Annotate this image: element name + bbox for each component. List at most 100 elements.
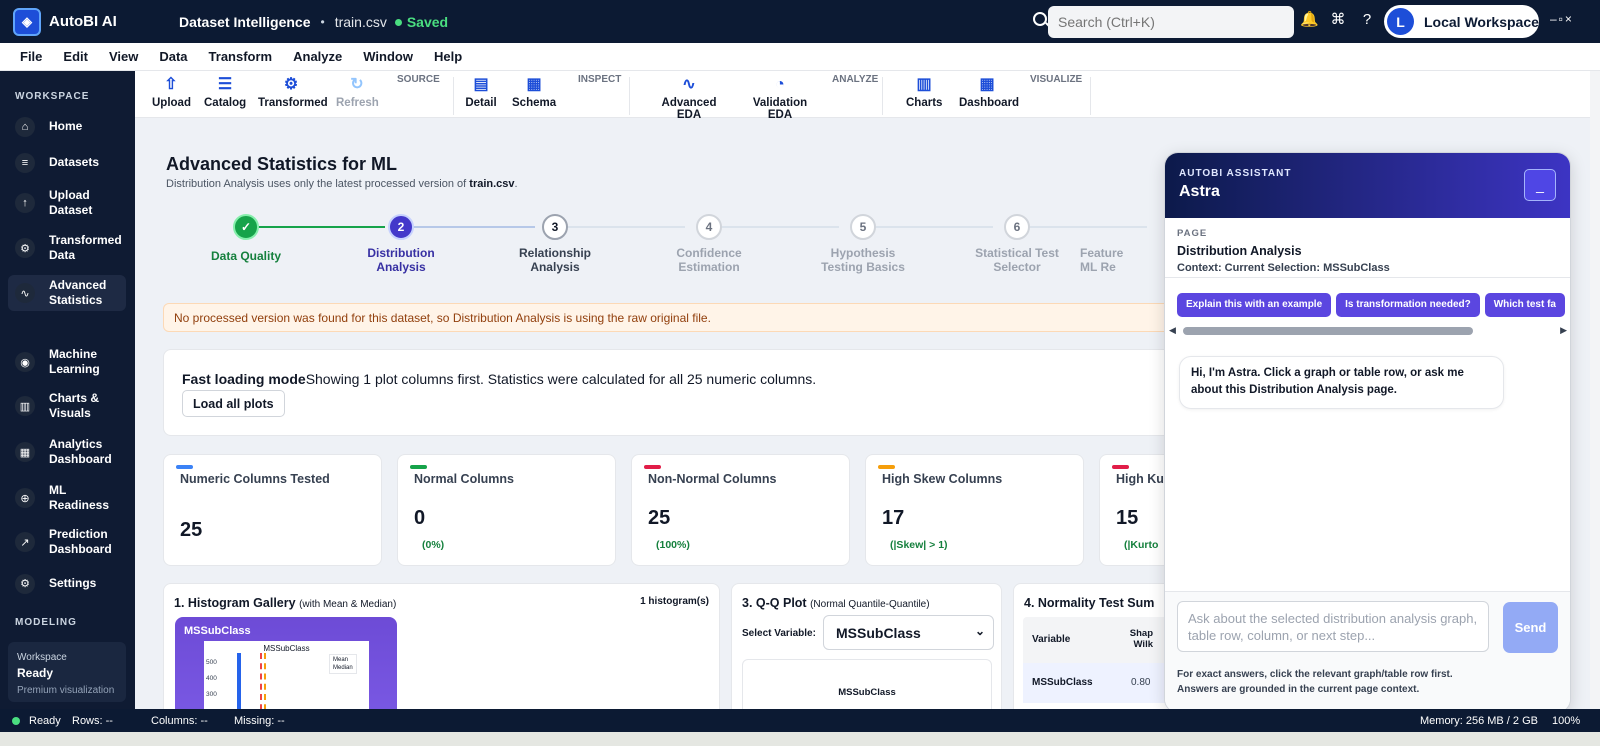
chips-scrollbar[interactable]: ◀ ▶ xyxy=(1169,325,1567,335)
check-icon: ✓ xyxy=(233,214,259,240)
catalog-button[interactable]: ☰ Catalog xyxy=(204,76,246,109)
bell-icon[interactable]: 🔔 xyxy=(1300,11,1319,29)
card-accent xyxy=(1112,465,1129,469)
app-window: ◈ AutoBI AI Dataset Intelligence • train… xyxy=(0,0,1600,746)
sidebar-item-home[interactable]: ⌂ Home xyxy=(8,114,126,139)
database-icon: ≡ xyxy=(15,152,35,173)
saved-dot-icon xyxy=(394,19,402,27)
refresh-icon: ↻ xyxy=(350,76,364,93)
sidebar-item-charts-visuals[interactable]: ▥ Charts & Visuals xyxy=(8,390,126,422)
validation-eda-button[interactable]: ◔ Validation EDA xyxy=(740,76,820,121)
suggestion-chip[interactable]: Is transformation needed? xyxy=(1336,293,1480,317)
legend-mean: Mean xyxy=(333,657,349,663)
step-relationship-analysis[interactable]: 3 Relationship Analysis xyxy=(495,214,615,274)
sidebar-item-label: ML Readiness xyxy=(49,483,110,512)
upload-icon: ⇧ xyxy=(164,76,178,93)
assistant-page-context: PAGE Distribution Analysis Context: Curr… xyxy=(1177,228,1390,274)
minimize-button[interactable]: _ xyxy=(1524,169,1556,201)
step-data-quality[interactable]: ✓ Data Quality xyxy=(186,214,306,263)
menu-file[interactable]: File xyxy=(20,49,42,64)
page-name: Distribution Analysis xyxy=(1177,244,1302,258)
sidebar-item-label: Upload Dataset xyxy=(49,188,93,217)
sidebar-item-label: Machine Learning xyxy=(49,347,100,376)
suggestion-chip[interactable]: Explain this with an example xyxy=(1177,293,1332,317)
ribbon-divider xyxy=(629,77,630,115)
settings-icon: ⚙ xyxy=(15,573,35,594)
menu-view[interactable]: View xyxy=(109,49,138,64)
workspace-switcher[interactable]: L Local Workspace xyxy=(1384,5,1539,38)
dashboard-button[interactable]: ▦ Dashboard xyxy=(959,76,1019,109)
menu-transform[interactable]: Transform xyxy=(209,49,273,64)
ribbon-divider xyxy=(1090,77,1091,115)
sidebar-item-prediction-dashboard[interactable]: ↗ Prediction Dashboard xyxy=(8,526,126,558)
menu-window[interactable]: Window xyxy=(363,49,413,64)
page-title: Advanced Statistics for ML xyxy=(166,154,398,174)
ribbon-divider xyxy=(882,77,883,115)
qq-plot-area: MSSubClass xyxy=(742,659,992,709)
row-shapiro-value: 0.80 xyxy=(1131,677,1151,688)
schema-button[interactable]: ▦ Schema xyxy=(512,76,556,109)
sidebar-item-ml-readiness[interactable]: ⊕ ML Readiness xyxy=(8,482,126,514)
search-icon[interactable] xyxy=(1033,12,1047,26)
group-label-visualize: VISUALIZE xyxy=(1030,74,1083,85)
help-icon[interactable]: ? xyxy=(1358,11,1376,29)
transform-icon: ⚙ xyxy=(283,76,299,93)
suggestion-chip[interactable]: Which test fa xyxy=(1484,293,1565,317)
transformed-button[interactable]: ⚙ Transformed xyxy=(258,76,328,109)
step-label: Feature ML Re xyxy=(1080,246,1124,274)
sidebar-item-settings[interactable]: ⚙ Settings xyxy=(8,571,126,596)
advanced-eda-button[interactable]: ∿ Advanced EDA xyxy=(650,76,728,121)
card-accent xyxy=(410,465,427,469)
stat-card-numeric-tested: Numeric Columns Tested 25 xyxy=(163,454,382,566)
card-percent: (100%) xyxy=(656,539,690,551)
sidebar-heading-workspace: WORKSPACE xyxy=(15,91,90,102)
variable-select[interactable]: MSSubClass ⌄ xyxy=(823,615,994,650)
scroll-left-icon[interactable]: ◀ xyxy=(1169,325,1176,336)
search-input[interactable] xyxy=(1048,6,1294,38)
shortcuts-icon[interactable]: ⌘ xyxy=(1329,11,1347,29)
step-distribution-analysis[interactable]: 2 Distribution Analysis xyxy=(341,214,461,274)
step-hypothesis-testing[interactable]: 5 Hypothesis Testing Basics xyxy=(803,214,923,274)
step-feature-ml[interactable]: Feature ML Re xyxy=(1080,214,1150,274)
upload-icon: ↑ xyxy=(15,193,35,213)
sidebar-item-analytics-dashboard[interactable]: ▦ Analytics Dashboard xyxy=(8,436,126,468)
card-value: 0 xyxy=(414,507,426,529)
sidebar-item-upload-dataset[interactable]: ↑ Upload Dataset xyxy=(8,187,126,219)
sidebar-item-datasets[interactable]: ≡ Datasets xyxy=(8,150,126,175)
send-button[interactable]: Send xyxy=(1503,602,1558,653)
sidebar-item-label: Analytics Dashboard xyxy=(49,437,112,466)
step-statistical-test-selector[interactable]: 6 Statistical Test Selector xyxy=(957,214,1077,274)
step-number: 6 xyxy=(1004,214,1030,240)
menu-help[interactable]: Help xyxy=(434,49,462,64)
upload-button[interactable]: ⇧ Upload xyxy=(152,76,191,109)
sidebar-item-advanced-statistics[interactable]: ∿ Advanced Statistics xyxy=(8,275,126,311)
chat-input[interactable]: Ask about the selected distribution anal… xyxy=(1177,601,1489,652)
scrollbar-thumb[interactable] xyxy=(1183,327,1473,335)
menu-edit[interactable]: Edit xyxy=(63,49,88,64)
scroll-right-icon[interactable]: ▶ xyxy=(1560,325,1567,336)
page-subtitle: Distribution Analysis uses only the late… xyxy=(166,178,518,190)
breadcrumb-separator: • xyxy=(320,14,325,29)
stat-card-non-normal: Non-Normal Columns 25 (100%) xyxy=(631,454,850,566)
charts-button[interactable]: ▥ Charts xyxy=(906,76,942,109)
card-value: 25 xyxy=(648,507,671,529)
saved-label: Saved xyxy=(406,13,449,30)
detail-label: Detail xyxy=(465,97,497,109)
dashboard-icon: ▦ xyxy=(15,442,35,462)
sidebar-item-machine-learning[interactable]: ◉ Machine Learning xyxy=(8,346,126,378)
sidebar-item-transformed-data[interactable]: ⚙ Transformed Data xyxy=(8,232,126,264)
window-controls[interactable]: –▫× xyxy=(1550,12,1574,26)
menu-analyze[interactable]: Analyze xyxy=(293,49,342,64)
catalog-label: Catalog xyxy=(204,97,247,109)
refresh-button[interactable]: ↻ Refresh xyxy=(336,76,379,109)
load-all-plots-button[interactable]: Load all plots xyxy=(182,390,285,417)
histogram-card-mssubclass[interactable]: MSSubClass MSSubClass 500 400 300 Mean Me… xyxy=(175,617,397,709)
page-scrollbar[interactable] xyxy=(1590,71,1600,709)
step-number: 5 xyxy=(850,214,876,240)
detail-button[interactable]: ▤ Detail xyxy=(463,76,499,109)
menu-data[interactable]: Data xyxy=(159,49,187,64)
sidebar: WORKSPACE ⌂ Home ≡ Datasets ↑ Upload Datase… xyxy=(0,71,135,709)
step-number: 3 xyxy=(542,214,568,240)
step-confidence-estimation[interactable]: 4 Confidence Estimation xyxy=(649,214,769,274)
card-accent xyxy=(878,465,895,469)
